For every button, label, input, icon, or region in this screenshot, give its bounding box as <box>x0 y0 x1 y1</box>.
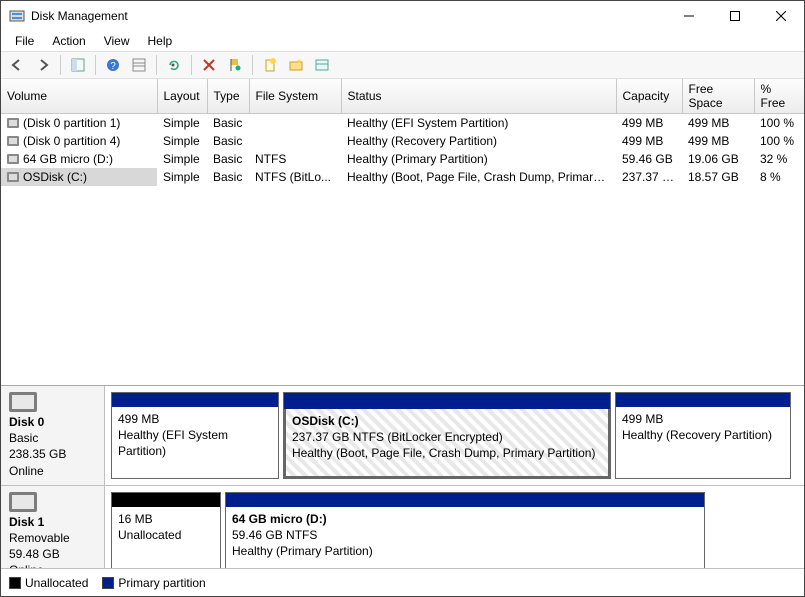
new-item-button[interactable] <box>258 53 282 77</box>
flag-button[interactable] <box>223 53 247 77</box>
folder-star-button[interactable] <box>284 53 308 77</box>
partition[interactable]: 499 MBHealthy (Recovery Partition) <box>615 392 791 479</box>
svg-text:?: ? <box>110 61 116 72</box>
legend-unallocated: Unallocated <box>9 576 88 590</box>
menu-bar: File Action View Help <box>1 31 804 51</box>
menu-help[interactable]: Help <box>140 32 181 50</box>
disk-row: Disk 1Removable59.48 GBOnline16 MBUnallo… <box>1 486 804 568</box>
partition-cap <box>112 493 220 507</box>
show-hide-button[interactable] <box>66 53 90 77</box>
table-row[interactable]: (Disk 0 partition 4)SimpleBasicHealthy (… <box>1 132 804 150</box>
minimize-button[interactable] <box>666 1 712 31</box>
col-status[interactable]: Status <box>341 79 616 114</box>
partition-container: 499 MBHealthy (EFI System Partition)OSDi… <box>105 386 804 485</box>
partition[interactable]: 16 MBUnallocated <box>111 492 221 568</box>
back-button[interactable] <box>5 53 29 77</box>
disk-meta[interactable]: Disk 0Basic238.35 GBOnline <box>1 386 105 485</box>
table-row[interactable]: OSDisk (C:)SimpleBasicNTFS (BitLo...Heal… <box>1 168 804 186</box>
disk-map-pane[interactable]: Disk 0Basic238.35 GBOnline499 MBHealthy … <box>1 386 804 596</box>
delete-button[interactable] <box>197 53 221 77</box>
partition[interactable]: 64 GB micro (D:)59.46 GB NTFSHealthy (Pr… <box>225 492 705 568</box>
toolbar-separator <box>95 55 96 75</box>
menu-action[interactable]: Action <box>44 32 93 50</box>
col-type[interactable]: Type <box>207 79 249 114</box>
toolbar: ? <box>1 51 804 79</box>
table-row[interactable]: (Disk 0 partition 1)SimpleBasicHealthy (… <box>1 114 804 132</box>
toolbar-separator <box>191 55 192 75</box>
help-button[interactable]: ? <box>101 53 125 77</box>
partition-cap <box>616 393 790 407</box>
menu-view[interactable]: View <box>96 32 138 50</box>
content-area: Volume Layout Type File System Status Ca… <box>1 79 804 596</box>
refresh-button[interactable] <box>162 53 186 77</box>
volume-icon <box>7 118 19 128</box>
col-pctfree[interactable]: % Free <box>754 79 804 114</box>
table-row[interactable]: 64 GB micro (D:)SimpleBasicNTFSHealthy (… <box>1 150 804 168</box>
col-volume[interactable]: Volume <box>1 79 157 114</box>
app-icon <box>9 8 25 24</box>
menu-file[interactable]: File <box>7 32 42 50</box>
app-window: Disk Management File Action View Help ? <box>0 0 805 597</box>
col-capacity[interactable]: Capacity <box>616 79 682 114</box>
properties-button[interactable] <box>310 53 334 77</box>
col-layout[interactable]: Layout <box>157 79 207 114</box>
partition-cap <box>112 393 278 407</box>
close-button[interactable] <box>758 1 804 31</box>
volume-icon <box>7 136 19 146</box>
col-filesystem[interactable]: File System <box>249 79 341 114</box>
disk-row: Disk 0Basic238.35 GBOnline499 MBHealthy … <box>1 386 804 486</box>
legend-primary: Primary partition <box>102 576 205 590</box>
partition[interactable]: OSDisk (C:)237.37 GB NTFS (BitLocker Enc… <box>283 392 611 479</box>
forward-button[interactable] <box>31 53 55 77</box>
volume-icon <box>7 154 19 164</box>
volume-list-pane[interactable]: Volume Layout Type File System Status Ca… <box>1 79 804 386</box>
window-title: Disk Management <box>31 9 666 23</box>
legend: Unallocated Primary partition <box>1 568 804 596</box>
partition[interactable]: 499 MBHealthy (EFI System Partition) <box>111 392 279 479</box>
list-top-button[interactable] <box>127 53 151 77</box>
maximize-button[interactable] <box>712 1 758 31</box>
volume-icon <box>7 172 19 182</box>
title-bar: Disk Management <box>1 1 804 31</box>
partition-container: 16 MBUnallocated64 GB micro (D:)59.46 GB… <box>105 486 804 568</box>
table-header-row: Volume Layout Type File System Status Ca… <box>1 79 804 114</box>
toolbar-separator <box>60 55 61 75</box>
partition-cap <box>226 493 704 507</box>
disk-meta[interactable]: Disk 1Removable59.48 GBOnline <box>1 486 105 568</box>
disk-icon <box>9 392 37 412</box>
toolbar-separator <box>252 55 253 75</box>
disk-icon <box>9 492 37 512</box>
toolbar-separator <box>156 55 157 75</box>
col-freespace[interactable]: Free Space <box>682 79 754 114</box>
volume-table: Volume Layout Type File System Status Ca… <box>1 79 804 186</box>
partition-cap <box>284 393 610 409</box>
